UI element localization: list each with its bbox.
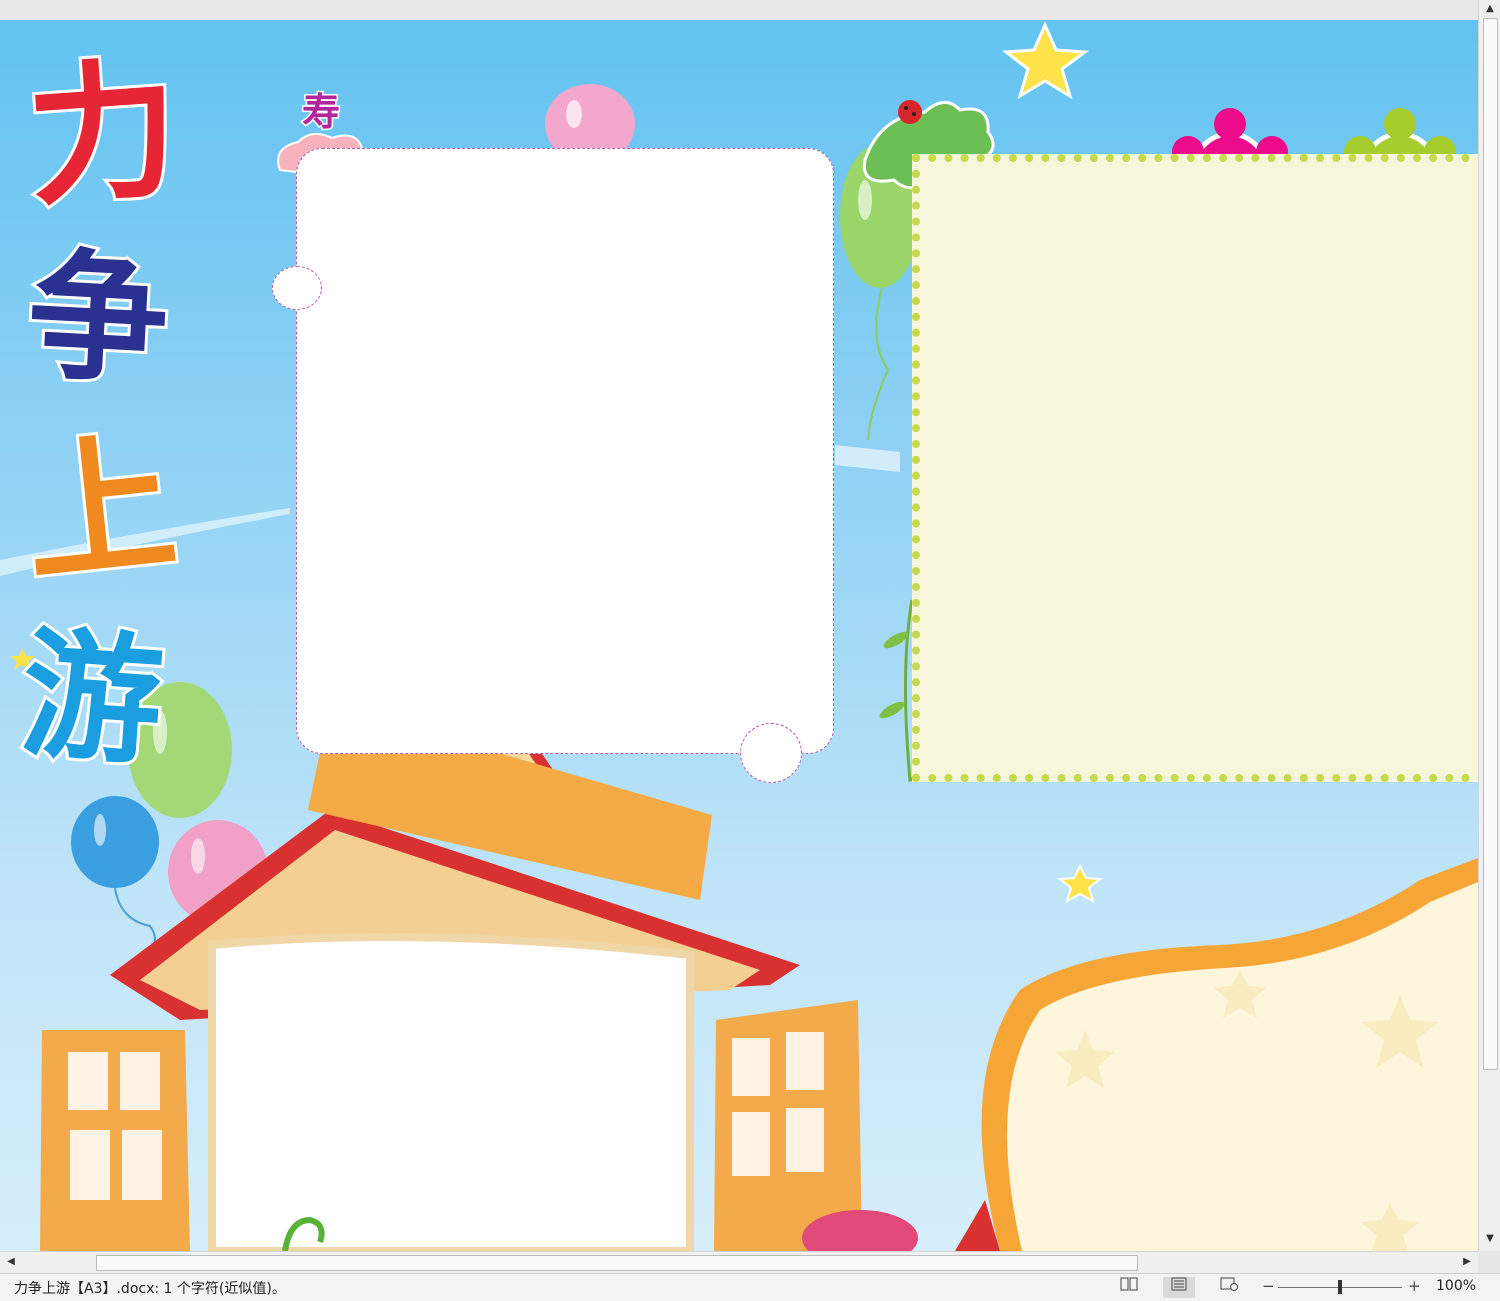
title-char-shang: 上 xyxy=(13,413,186,608)
cloud-glyph: 寿 xyxy=(300,89,341,136)
document-stats[interactable]: 力争上游【A3】.docx: 1 个字符(近似值)。 xyxy=(14,1278,286,1298)
cream-content-panel[interactable] xyxy=(912,154,1478,782)
blue-balloon xyxy=(71,796,159,888)
ladybug-icon xyxy=(898,100,922,124)
star-icon xyxy=(1001,21,1090,100)
horizontal-scrollbar[interactable]: ◀ ▶ xyxy=(0,1251,1478,1274)
title-char-zheng: 争 xyxy=(21,231,175,407)
web-layout-icon[interactable] xyxy=(1213,1277,1245,1298)
panel-notch-left xyxy=(272,266,322,310)
print-layout-icon[interactable] xyxy=(1163,1277,1195,1298)
status-bar: 力争上游【A3】.docx: 1 个字符(近似值)。 − + 100% xyxy=(0,1273,1500,1301)
zoom-out-button[interactable]: − xyxy=(1262,1277,1275,1295)
read-mode-icon[interactable] xyxy=(1113,1277,1145,1298)
scroll-right-button[interactable]: ▶ xyxy=(1458,1253,1476,1271)
document-canvas[interactable]: 力 争 上 游 寿 xyxy=(0,20,1478,1251)
vertical-scroll-thumb[interactable] xyxy=(1483,18,1498,1070)
zoom-level[interactable]: 100% xyxy=(1436,1278,1476,1294)
zoom-in-button[interactable]: + xyxy=(1408,1277,1421,1295)
panel-notch-bottom-right xyxy=(740,723,802,783)
scroll-down-button[interactable]: ▼ xyxy=(1481,1230,1499,1248)
vertical-scrollbar[interactable]: ▲ ▼ xyxy=(1478,0,1500,1251)
star-icon xyxy=(1057,863,1103,904)
white-content-panel[interactable] xyxy=(296,148,834,754)
top-ruler-bar xyxy=(0,0,1500,21)
scroll-left-button[interactable]: ◀ xyxy=(2,1253,20,1271)
title-char-li: 力 xyxy=(19,40,187,230)
horizontal-scroll-thumb[interactable] xyxy=(96,1255,1138,1271)
scroll-up-button[interactable]: ▲ xyxy=(1481,0,1499,18)
zoom-slider-knob[interactable] xyxy=(1338,1280,1342,1294)
title-char-you: 游 xyxy=(14,610,171,788)
